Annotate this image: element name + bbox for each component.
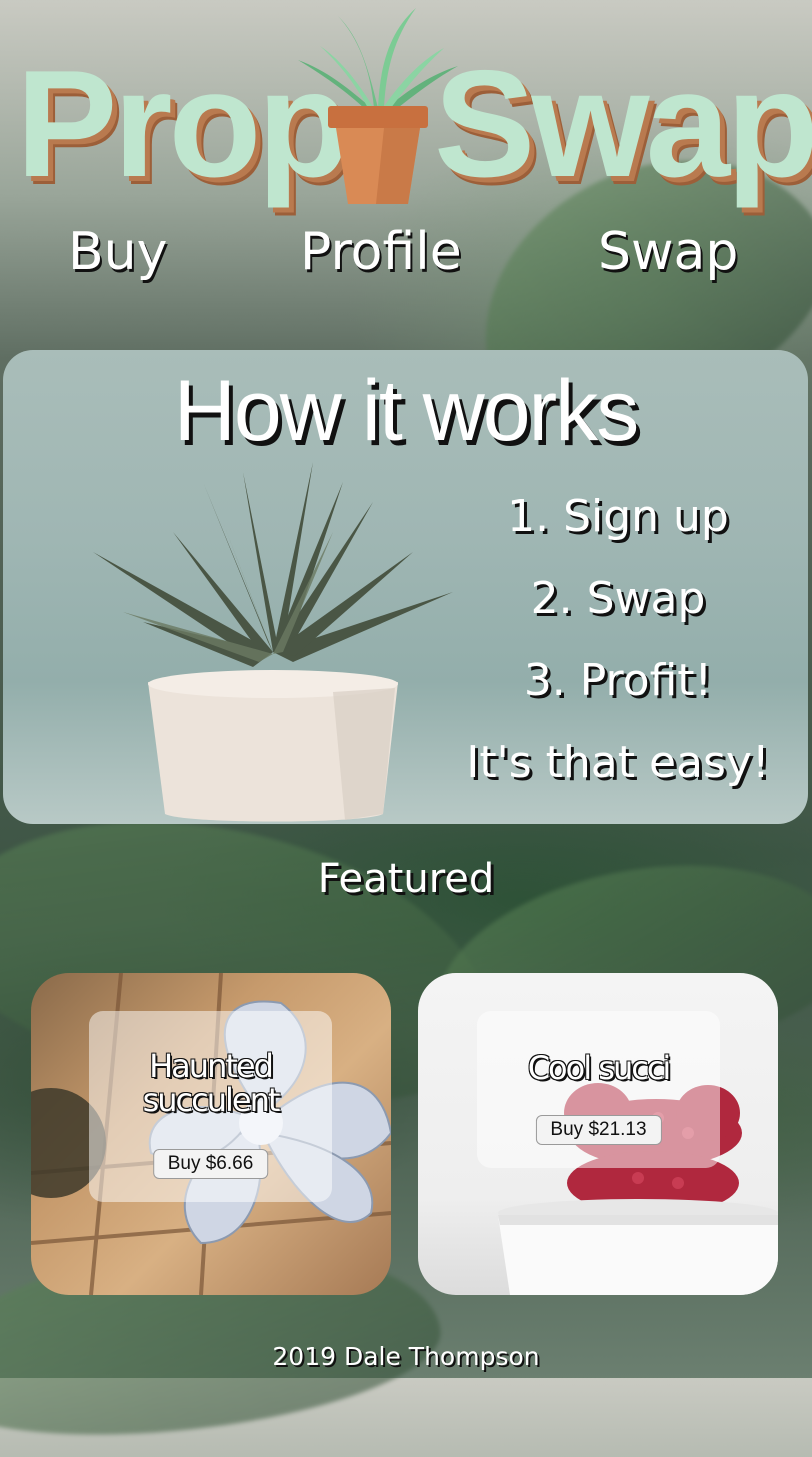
- main-nav: Buy Profile Swap: [0, 222, 812, 292]
- featured-heading: Featured: [317, 856, 495, 902]
- how-it-works-panel: How it works 1. Sign up 2. Swap 3. Profi…: [3, 350, 808, 824]
- potted-plant-icon: [298, 8, 458, 204]
- product-name: Haunted succulent: [142, 1047, 281, 1119]
- potted-succulent-image: [93, 462, 453, 822]
- logo-word-prop: Prop: [16, 39, 350, 209]
- step-tagline: It's that easy!: [466, 737, 770, 788]
- step-swap: 2. Swap: [530, 573, 706, 624]
- nav-swap-link[interactable]: Swap: [598, 222, 738, 282]
- buy-button[interactable]: Buy $6.66: [152, 1149, 269, 1179]
- step-sign-up: 1. Sign up: [507, 491, 729, 542]
- nav-profile-link[interactable]: Profile: [300, 222, 462, 282]
- product-card-overlay: Cool succi Buy $21.13: [477, 1011, 720, 1168]
- steps-list: 1. Sign up 2. Swap 3. Profit! It's that …: [448, 488, 788, 816]
- site-logo[interactable]: Prop Swap: [14, 8, 812, 218]
- logo-word-swap: Swap: [434, 39, 812, 209]
- product-card-haunted-succulent: Haunted succulent Buy $6.66: [31, 973, 391, 1295]
- buy-button[interactable]: Buy $21.13: [535, 1115, 662, 1145]
- step-profit: 3. Profit!: [523, 655, 713, 706]
- product-name: Cool succi: [527, 1049, 672, 1087]
- how-it-works-heading: How it works: [173, 363, 639, 459]
- product-card-cool-succi: Cool succi Buy $21.13: [418, 973, 778, 1295]
- product-card-overlay: Haunted succulent Buy $6.66: [89, 1011, 332, 1202]
- site-footer: 2019 Dale Thompson: [272, 1342, 540, 1371]
- nav-buy-link[interactable]: Buy: [68, 222, 167, 282]
